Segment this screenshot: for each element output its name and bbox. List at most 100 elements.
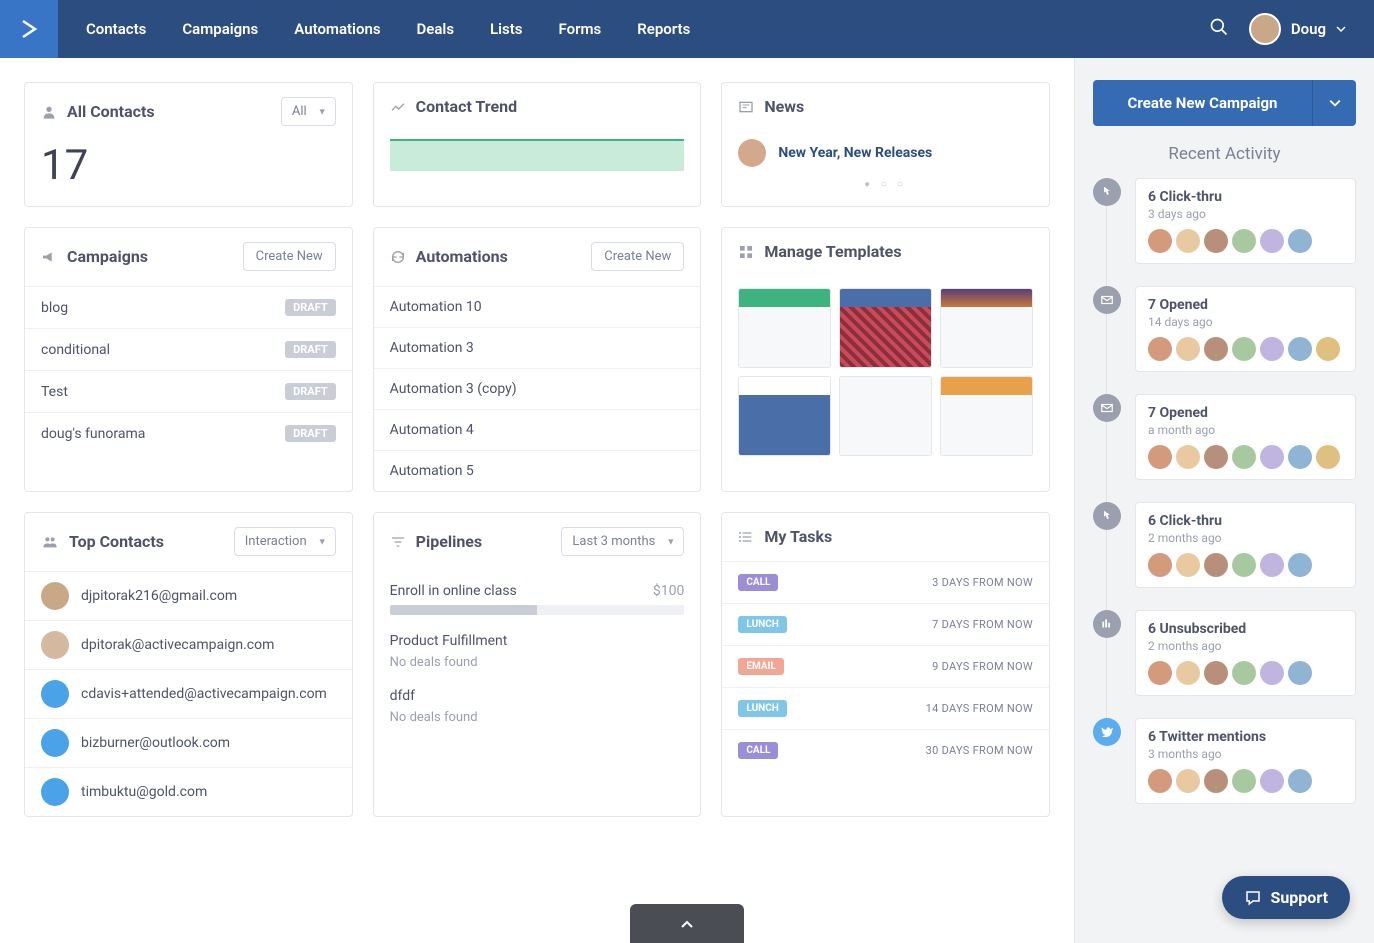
activity-icon xyxy=(1093,178,1121,206)
automation-row[interactable]: Automation 4 xyxy=(374,409,701,450)
campaign-row[interactable]: doug's funoramaDRAFT xyxy=(25,412,352,454)
avatar xyxy=(1260,769,1284,793)
task-row[interactable]: EMAIL9 DAYS FROM NOW xyxy=(722,645,1049,687)
pipeline-bar xyxy=(390,605,685,615)
avatar xyxy=(1260,661,1284,685)
task-row[interactable]: LUNCH7 DAYS FROM NOW xyxy=(722,603,1049,645)
campaign-row[interactable]: blogDRAFT xyxy=(25,286,352,328)
avatar xyxy=(1204,553,1228,577)
top-contacts-card: Top Contacts Interaction djpitorak216@gm… xyxy=(24,512,353,817)
campaign-name: Test xyxy=(41,384,68,400)
avatar xyxy=(41,631,69,659)
contacts-filter[interactable]: All xyxy=(281,97,336,126)
automation-row[interactable]: Automation 5 xyxy=(374,450,701,491)
activity-title: 6 Click-thru xyxy=(1148,513,1343,529)
nav-campaigns[interactable]: Campaigns xyxy=(182,20,258,38)
megaphone-icon xyxy=(41,249,57,265)
template-thumb[interactable] xyxy=(940,288,1033,368)
template-thumb[interactable] xyxy=(738,288,831,368)
activity-avatars xyxy=(1148,337,1343,361)
contact-trend-card: Contact Trend xyxy=(373,82,702,207)
avatar xyxy=(1249,13,1281,45)
top-contacts-filter[interactable]: Interaction xyxy=(234,527,336,556)
news-item[interactable]: New Year, New Releases xyxy=(738,139,1033,167)
support-button[interactable]: Support xyxy=(1222,876,1350,919)
create-campaign-button[interactable]: Create New Campaign xyxy=(1093,80,1312,126)
avatar xyxy=(1232,769,1256,793)
avatar xyxy=(1176,337,1200,361)
contact-row[interactable]: bizburner@outlook.com xyxy=(25,718,352,767)
pipeline-item[interactable]: Enroll in online class$100 xyxy=(390,583,685,615)
activity-item[interactable]: 6 Click-thru 3 days ago xyxy=(1093,178,1356,264)
activity-item[interactable]: 7 Opened14 days ago xyxy=(1093,286,1356,372)
activity-item[interactable]: 6 Click-thru2 months ago xyxy=(1093,502,1356,588)
contact-row[interactable]: cdavis+attended@activecampaign.com xyxy=(25,669,352,718)
avatar xyxy=(1316,445,1340,469)
bottom-tray[interactable] xyxy=(630,904,744,943)
nav-automations[interactable]: Automations xyxy=(294,20,380,38)
carousel-dots[interactable]: ● ○ ○ xyxy=(738,179,1033,190)
activity-item[interactable]: 6 Unsubscribed2 months ago xyxy=(1093,610,1356,696)
contact-email: djpitorak216@gmail.com xyxy=(81,588,237,604)
pipeline-name: dfdf xyxy=(390,688,415,704)
task-row[interactable]: CALL30 DAYS FROM NOW xyxy=(722,729,1049,771)
activity-item[interactable]: 6 Twitter mentions3 months ago xyxy=(1093,718,1356,804)
logo[interactable] xyxy=(0,0,58,58)
news-headline[interactable]: New Year, New Releases xyxy=(778,145,932,161)
pipeline-item[interactable]: dfdfNo deals found xyxy=(390,688,685,725)
activity-icon xyxy=(1093,394,1121,422)
avatar xyxy=(41,582,69,610)
automation-row[interactable]: Automation 10 xyxy=(374,286,701,327)
activity-item[interactable]: 7 Openeda month ago xyxy=(1093,394,1356,480)
nav-deals[interactable]: Deals xyxy=(417,20,455,38)
avatar xyxy=(1148,445,1172,469)
automation-row[interactable]: Automation 3 (copy) xyxy=(374,368,701,409)
template-thumb[interactable] xyxy=(839,288,932,368)
status-badge: DRAFT xyxy=(285,425,336,442)
user-menu[interactable]: Doug xyxy=(1249,13,1346,45)
pipelines-card: Pipelines Last 3 months Enroll in online… xyxy=(373,512,702,817)
avatar xyxy=(1232,229,1256,253)
task-row[interactable]: LUNCH14 DAYS FROM NOW xyxy=(722,687,1049,729)
automation-name: Automation 5 xyxy=(390,463,474,479)
people-icon xyxy=(41,534,59,550)
list-icon xyxy=(738,529,754,545)
avatar xyxy=(1288,229,1312,253)
avatar xyxy=(1232,553,1256,577)
card-title: Manage Templates xyxy=(764,242,901,261)
template-thumb[interactable] xyxy=(839,376,932,456)
avatar xyxy=(1260,229,1284,253)
avatar xyxy=(1176,553,1200,577)
create-automation-button[interactable]: Create New xyxy=(591,242,684,271)
campaign-row[interactable]: conditionalDRAFT xyxy=(25,328,352,370)
activity-when: 3 days ago xyxy=(1148,207,1343,221)
nav-lists[interactable]: Lists xyxy=(490,20,522,38)
nav-contacts[interactable]: Contacts xyxy=(86,20,146,38)
contact-row[interactable]: timbuktu@gold.com xyxy=(25,767,352,816)
card-title: Campaigns xyxy=(67,247,148,266)
task-tag: CALL xyxy=(738,742,778,759)
automation-row[interactable]: Automation 3 xyxy=(374,327,701,368)
nav-forms[interactable]: Forms xyxy=(559,20,602,38)
template-thumb[interactable] xyxy=(940,376,1033,456)
create-campaign-cta: Create New Campaign xyxy=(1093,80,1356,126)
news-card: News New Year, New Releases ● ○ ○ xyxy=(721,82,1050,207)
create-campaign-dropdown[interactable] xyxy=(1312,80,1356,126)
activity-when: 2 months ago xyxy=(1148,639,1343,653)
campaign-row[interactable]: TestDRAFT xyxy=(25,370,352,412)
activity-title: 6 Click-thru xyxy=(1148,189,1343,205)
avatar xyxy=(41,778,69,806)
search-icon[interactable] xyxy=(1209,17,1229,41)
pipeline-item[interactable]: Product FulfillmentNo deals found xyxy=(390,633,685,670)
activity-when: 3 months ago xyxy=(1148,747,1343,761)
nav-reports[interactable]: Reports xyxy=(637,20,690,38)
create-campaign-button[interactable]: Create New xyxy=(243,242,336,271)
avatar xyxy=(1176,769,1200,793)
pipelines-filter[interactable]: Last 3 months xyxy=(561,527,684,556)
task-row[interactable]: CALL3 DAYS FROM NOW xyxy=(722,561,1049,603)
contact-row[interactable]: djpitorak216@gmail.com xyxy=(25,571,352,620)
template-thumb[interactable] xyxy=(738,376,831,456)
avatar xyxy=(1204,229,1228,253)
dashboard-grid: All Contacts All 17 Contact Trend News N… xyxy=(0,58,1074,943)
contact-row[interactable]: dpitorak@activecampaign.com xyxy=(25,620,352,669)
